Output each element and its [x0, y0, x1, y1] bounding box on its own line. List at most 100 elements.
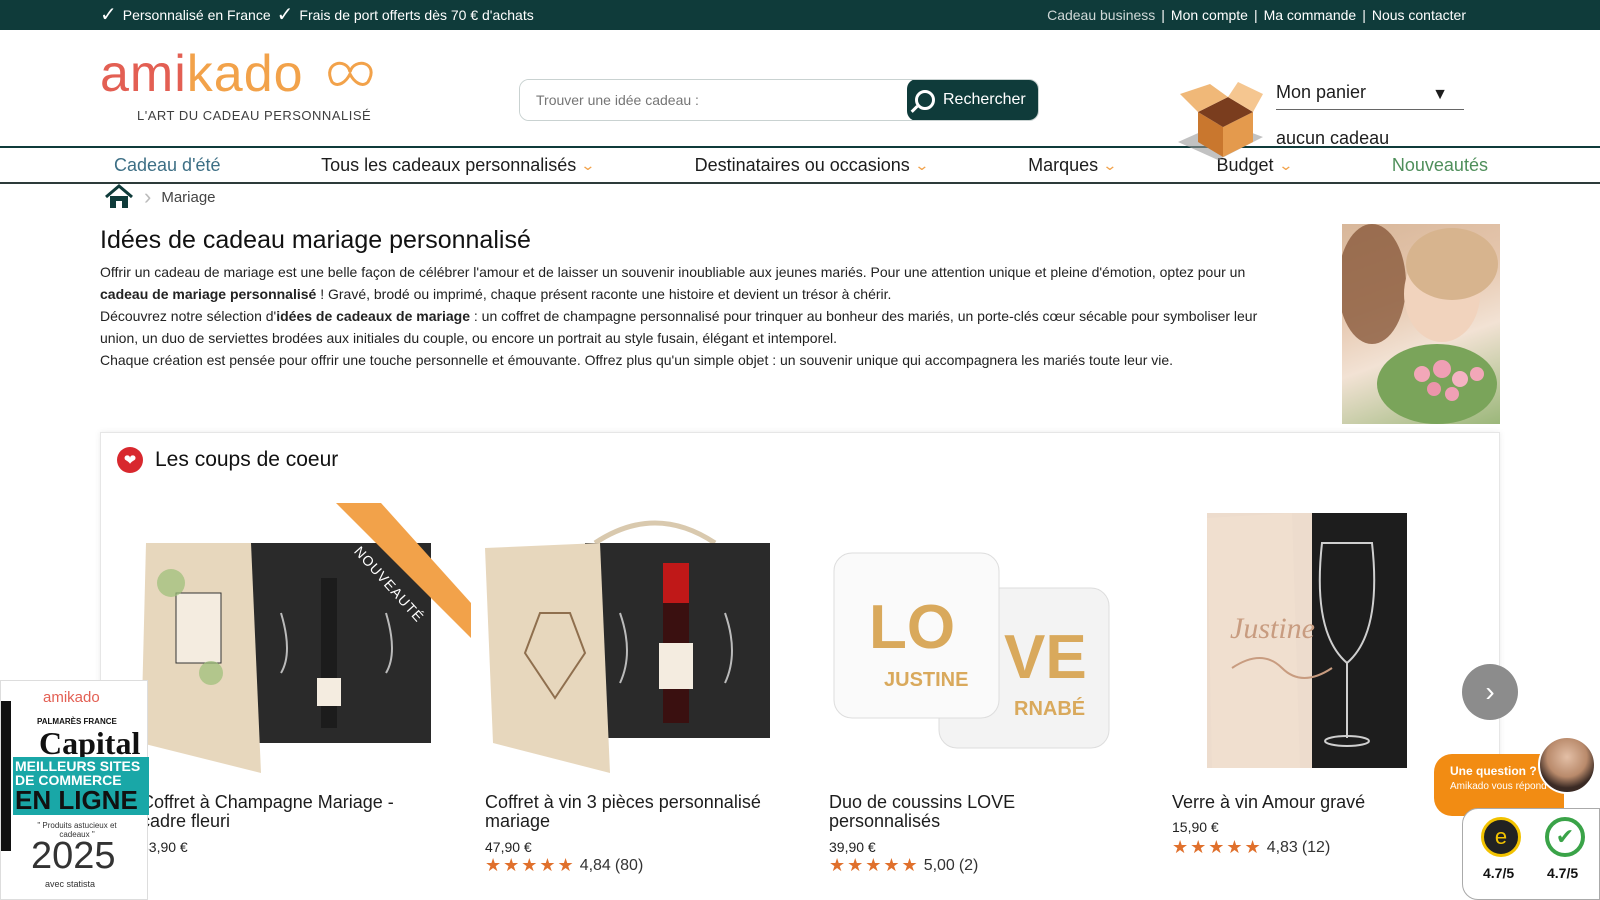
product-card[interactable]: Justine Verre à vin Amour gravé 15,90 € …	[1172, 503, 1502, 873]
product-name[interactable]: Coffret à vin 3 pièces personnalisé mari…	[485, 793, 785, 831]
category-intro: Idées de cadeau mariage personnalisé Off…	[100, 226, 1280, 371]
nav-summer-label: Cadeau d'été	[114, 154, 221, 175]
breadcrumb-current: Mariage	[161, 188, 216, 206]
product-image-love-cushions[interactable]: LO JUSTINE VE RNABÉ	[829, 503, 1159, 773]
rating-value: 4,84	[579, 856, 611, 874]
promo-free-shipping: Frais de port offerts dès 70 € d'achats	[299, 7, 534, 23]
intro-paragraph-2: Découvrez notre sélection d'idées de cad…	[100, 305, 1280, 349]
separator: |	[1161, 7, 1165, 23]
product-name[interactable]: Verre à vin Amour gravé	[1172, 793, 1472, 812]
nav-summer-gift[interactable]: Cadeau d'été	[114, 155, 221, 176]
svg-text:JUSTINE: JUSTINE	[884, 669, 968, 691]
cart-widget[interactable]: Mon panier ▼ aucun cadeau	[1168, 52, 1468, 162]
search-bar: Rechercher	[519, 79, 1039, 121]
product-price: 83,90 €	[141, 839, 188, 855]
svg-text:LO: LO	[869, 593, 955, 662]
badge-year: 2025	[31, 835, 116, 877]
intro-text: Offrir un cadeau de mariage est une bell…	[100, 264, 1246, 280]
rating-count: (2)	[958, 856, 979, 874]
nav-brands-label: Marques	[1028, 154, 1099, 175]
badge-stripe	[1, 701, 11, 851]
site-logo[interactable]: amikado L'ART DU CADEAU PERSONNALISÉ	[100, 44, 380, 123]
badge-best-line3: EN LIGNE	[15, 787, 147, 813]
verified-reviews-icon: ✔	[1545, 817, 1585, 857]
trust-badges[interactable]: e ✔ 4.7/5 4.7/5	[1462, 808, 1600, 900]
intro-bold: idées de cadeaux de mariage	[276, 308, 470, 324]
svg-text:VE: VE	[1004, 623, 1087, 692]
nav-brands[interactable]: Marques ⌄	[1028, 154, 1118, 176]
logo-tagline: L'ART DU CADEAU PERSONNALISÉ	[137, 108, 372, 123]
product-image-wine-box[interactable]	[485, 503, 815, 773]
top-links: Cadeau business | Mon compte | Ma comman…	[1047, 7, 1466, 23]
logo-text-kado: kado	[186, 45, 304, 103]
link-my-order[interactable]: Ma commande	[1264, 7, 1357, 23]
product-card[interactable]: Coffret à vin 3 pièces personnalisé mari…	[485, 503, 815, 876]
svg-text:RNABÉ: RNABÉ	[1014, 697, 1085, 720]
product-rating: ★★★★★ 5,00 (2)	[829, 855, 978, 876]
site-header: amikado L'ART DU CADEAU PERSONNALISÉ Rec…	[0, 30, 1600, 160]
badge-statista: avec statista	[45, 879, 96, 889]
top-bar: ✓ Personnalisé en France ✓ Frais de port…	[0, 0, 1600, 30]
favorites-carousel: ❤ Les coups de coeur NOUVEAUTÉ Coffret à…	[100, 432, 1500, 900]
product-card[interactable]: NOUVEAUTÉ Coffret à Champagne Mariage - …	[141, 503, 471, 873]
home-icon[interactable]	[104, 184, 134, 210]
nav-all-gifts[interactable]: Tous les cadeaux personnalisés ⌄	[321, 154, 596, 176]
product-name[interactable]: Coffret à Champagne Mariage - cadre fleu…	[141, 793, 441, 831]
badge-brand: amikado	[43, 689, 100, 706]
star-rating-icon: ★★★★★	[485, 855, 576, 875]
cart-title-label: Mon panier	[1276, 82, 1367, 102]
logo-text-ami: ami	[100, 45, 187, 103]
chat-agent-avatar[interactable]	[1538, 736, 1596, 794]
page-title: Idées de cadeau mariage personnalisé	[100, 226, 531, 254]
favorites-header: ❤ Les coups de coeur	[117, 447, 338, 473]
search-icon	[915, 90, 935, 110]
breadcrumb: › Mariage	[104, 184, 216, 210]
chevron-down-icon: ⌄	[1102, 156, 1118, 173]
promo-strip: ✓ Personnalisé en France ✓ Frais de port…	[100, 5, 534, 25]
product-image-champagne-box[interactable]	[141, 503, 471, 773]
separator: |	[1362, 7, 1366, 23]
rating-value: 4,83	[1266, 838, 1298, 856]
nav-recipients[interactable]: Destinataires ou occasions ⌄	[695, 155, 930, 176]
heart-icon: ❤	[117, 447, 143, 473]
link-business-gift[interactable]: Cadeau business	[1047, 7, 1155, 23]
caret-down-icon[interactable]: ▼	[1432, 86, 1448, 104]
favorites-title: Les coups de coeur	[155, 448, 339, 471]
chevron-right-icon: ›	[1485, 676, 1495, 707]
separator: |	[1253, 7, 1258, 23]
star-rating-icon: ★★★★★	[1172, 837, 1263, 857]
intro-text: Découvrez notre sélection d'	[100, 308, 277, 324]
trusted-shops-score: 4.7/5	[1483, 865, 1515, 881]
capital-award-badge[interactable]: amikado PALMARÈS FRANCE Capital MEILLEUR…	[0, 680, 149, 900]
product-name[interactable]: Duo de coussins LOVE personnalisés	[829, 793, 1129, 831]
intro-paragraph-3: Chaque création est pensée pour offrir u…	[100, 352, 1174, 368]
svg-text:Justine: Justine	[1230, 612, 1315, 645]
nav-all-label: Tous les cadeaux personnalisés	[321, 154, 577, 175]
rating-count: (80)	[614, 856, 644, 874]
product-rating: ★★★★★ 4,83 (12)	[1172, 837, 1330, 858]
search-button[interactable]: Rechercher	[907, 80, 1038, 120]
cart-box-icon	[1178, 82, 1263, 160]
intro-text: ! Gravé, brodé ou imprimé, chaque présen…	[316, 286, 892, 302]
cart-title: Mon panier ▼	[1276, 82, 1464, 110]
intro-paragraph-1: Offrir un cadeau de mariage est une bell…	[100, 261, 1280, 305]
product-price: 47,90 €	[485, 839, 532, 855]
badge-best-sites: MEILLEURS SITES DE COMMERCE EN LIGNE	[13, 757, 149, 815]
logo-bow-icon	[328, 61, 373, 86]
search-button-label: Rechercher	[943, 91, 1026, 108]
breadcrumb-separator-icon: ›	[144, 184, 152, 209]
search-input[interactable]	[520, 80, 907, 120]
link-contact[interactable]: Nous contacter	[1372, 7, 1466, 23]
product-rating: ★★★★★ 4,84 (80)	[485, 855, 643, 876]
link-my-account[interactable]: Mon compte	[1171, 7, 1248, 23]
product-price: 15,90 €	[1172, 819, 1219, 835]
rating-value: 5,00	[923, 856, 955, 874]
badge-brand-text: amikado	[43, 689, 100, 706]
product-card[interactable]: LO JUSTINE VE RNABÉ Duo de coussins LOVE…	[829, 503, 1159, 876]
chevron-down-icon: ⌄	[914, 156, 930, 173]
carousel-next-button[interactable]: ›	[1462, 664, 1518, 720]
cart-status: aucun cadeau	[1276, 128, 1390, 148]
promo-made-in-france: Personnalisé en France	[122, 7, 271, 23]
product-image-wine-glass[interactable]: Justine	[1172, 503, 1502, 773]
check-icon: ✓	[100, 4, 117, 26]
